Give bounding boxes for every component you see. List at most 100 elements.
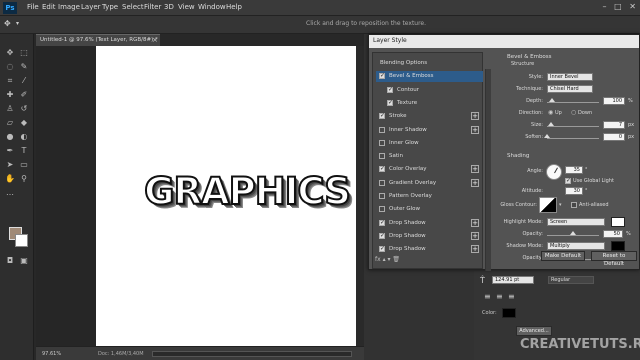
style-checkbox[interactable] xyxy=(379,219,385,226)
depth-slider[interactable] xyxy=(547,102,599,103)
altitude-field[interactable]: 30 xyxy=(565,187,583,195)
style-row[interactable]: Inner Glow xyxy=(376,138,483,149)
menu-file[interactable]: File xyxy=(27,3,39,11)
style-row[interactable]: Inner Shadow + xyxy=(376,125,483,136)
menu-filter[interactable]: Filter xyxy=(144,3,161,11)
soften-slider-knob[interactable] xyxy=(544,134,550,138)
soften-field[interactable]: 0 xyxy=(603,133,625,141)
shape-tool-icon[interactable]: ▭ xyxy=(18,160,30,170)
direction-up-radio[interactable]: ◉ xyxy=(548,109,553,116)
paint-bucket-icon[interactable]: ◆ xyxy=(18,118,30,128)
style-checkbox[interactable] xyxy=(379,126,385,133)
style-checkbox[interactable] xyxy=(379,206,385,213)
menu-image[interactable]: Image xyxy=(58,3,80,11)
angle-field[interactable]: 35 xyxy=(565,166,583,174)
more-tools-icon[interactable]: … xyxy=(4,188,16,198)
path-select-icon[interactable]: ➤ xyxy=(4,160,16,170)
maximize-icon[interactable]: □ xyxy=(614,2,622,11)
style-row[interactable]: Gradient Overlay + xyxy=(376,178,483,189)
blur-tool-icon[interactable]: ● xyxy=(4,132,16,142)
menu-edit[interactable]: Edit xyxy=(42,3,56,11)
close-tab-icon[interactable]: × xyxy=(152,36,158,44)
horizontal-scrollbar[interactable] xyxy=(152,351,352,357)
style-row[interactable]: Bevel & Emboss xyxy=(376,71,483,83)
document-canvas[interactable]: GRAPHICS xyxy=(96,46,363,346)
brush-tool-icon[interactable]: ✐ xyxy=(18,90,30,100)
style-checkbox[interactable] xyxy=(379,179,385,186)
style-checkbox[interactable] xyxy=(379,165,385,173)
reset-default-button[interactable]: Reset to Default xyxy=(591,251,637,267)
highlight-mode-select[interactable]: Screen xyxy=(547,218,605,226)
soften-slider[interactable] xyxy=(547,138,599,139)
shadow-color-swatch[interactable] xyxy=(611,241,625,251)
add-style-icon[interactable]: + xyxy=(471,245,479,254)
move-tool-icon[interactable]: ✥ xyxy=(4,48,16,58)
marquee-tool-icon[interactable]: ⬚ xyxy=(18,48,30,58)
move-tool-icon[interactable]: ✥ xyxy=(4,19,11,28)
style-select[interactable]: Inner Bevel xyxy=(547,73,593,81)
add-style-icon[interactable]: + xyxy=(471,178,479,187)
type-tool-icon[interactable]: T xyxy=(18,146,30,156)
anti-aliased-checkbox[interactable] xyxy=(571,202,577,208)
quick-mask-icon[interactable]: ◘ xyxy=(4,256,16,266)
add-style-icon[interactable]: + xyxy=(471,231,479,240)
add-style-icon[interactable]: + xyxy=(471,112,479,121)
healing-brush-icon[interactable]: ✚ xyxy=(4,90,16,100)
screen-mode-icon[interactable]: ▣ xyxy=(18,256,30,266)
style-checkbox[interactable] xyxy=(379,112,385,120)
highlight-opacity-slider[interactable] xyxy=(547,235,599,236)
highlight-color-swatch[interactable] xyxy=(611,217,625,227)
highlight-opacity-knob[interactable] xyxy=(570,231,576,235)
technique-select[interactable]: Chisel Hard xyxy=(547,85,593,93)
align-right-icon[interactable]: ≡ xyxy=(508,292,515,301)
menu-3d[interactable]: 3D xyxy=(164,3,174,11)
history-brush-icon[interactable]: ↺ xyxy=(18,104,30,114)
background-color-swatch[interactable] xyxy=(15,234,28,247)
add-style-icon[interactable]: + xyxy=(471,218,479,227)
font-style-select[interactable]: Regular xyxy=(548,276,594,284)
document-tab[interactable]: Untitled-1 @ 97.6% (Text Layer, RGB/8#) … xyxy=(36,34,160,46)
style-checkbox[interactable] xyxy=(379,153,385,160)
menu-layer[interactable]: Layer xyxy=(81,3,101,11)
style-checkbox[interactable] xyxy=(379,139,385,146)
advanced-button[interactable]: Advanced... xyxy=(516,326,552,336)
shadow-mode-select[interactable]: Multiply xyxy=(547,242,605,250)
style-row[interactable]: Satin xyxy=(376,151,483,162)
eyedropper-icon[interactable]: ⁄ xyxy=(18,76,30,86)
chevron-down-icon[interactable]: ▾ xyxy=(559,202,562,208)
hand-tool-icon[interactable]: ✋ xyxy=(4,174,16,184)
menu-view[interactable]: View xyxy=(178,3,195,11)
style-row[interactable]: Drop Shadow + xyxy=(376,231,483,242)
align-left-icon[interactable]: ≡ xyxy=(484,292,491,301)
vertical-scrollbar[interactable] xyxy=(356,46,364,346)
make-default-button[interactable]: Make Default xyxy=(541,251,585,261)
styles-footer-icons[interactable]: fx ▴ ▾ 🗑 xyxy=(375,256,400,263)
font-size-field[interactable]: 124.91 pt xyxy=(492,276,534,284)
zoom-level[interactable]: 97.61% xyxy=(42,351,61,357)
crop-tool-icon[interactable]: ⌗ xyxy=(4,76,16,86)
clone-stamp-icon[interactable]: ♙ xyxy=(4,104,16,114)
style-checkbox[interactable] xyxy=(379,193,385,199)
close-icon[interactable]: ✕ xyxy=(629,2,636,11)
style-row[interactable]: Stroke + xyxy=(376,111,483,122)
chevron-down-icon[interactable]: ▾ xyxy=(16,20,19,27)
highlight-opacity-field[interactable]: 50 xyxy=(603,230,623,238)
style-row[interactable]: Contour xyxy=(376,85,483,96)
eraser-icon[interactable]: ▱ xyxy=(4,118,16,128)
size-field[interactable]: 7 xyxy=(603,121,625,129)
style-checkbox[interactable] xyxy=(379,232,385,239)
style-row[interactable]: Pattern Overlay xyxy=(376,191,483,202)
quick-select-icon[interactable]: ✎ xyxy=(18,62,30,72)
size-slider[interactable] xyxy=(547,126,599,127)
depth-field[interactable]: 100 xyxy=(603,97,625,105)
style-checkbox[interactable] xyxy=(379,72,385,80)
style-row[interactable]: Outer Glow xyxy=(376,204,483,215)
style-checkbox[interactable] xyxy=(387,99,393,106)
pen-tool-icon[interactable]: ✒ xyxy=(4,146,16,156)
size-slider-knob[interactable] xyxy=(548,122,555,126)
style-row[interactable]: Drop Shadow + xyxy=(376,218,483,229)
depth-slider-knob[interactable] xyxy=(549,98,556,102)
text-color-swatch[interactable] xyxy=(502,308,516,318)
menu-window[interactable]: Window xyxy=(198,3,226,11)
global-light-checkbox[interactable] xyxy=(565,177,571,184)
